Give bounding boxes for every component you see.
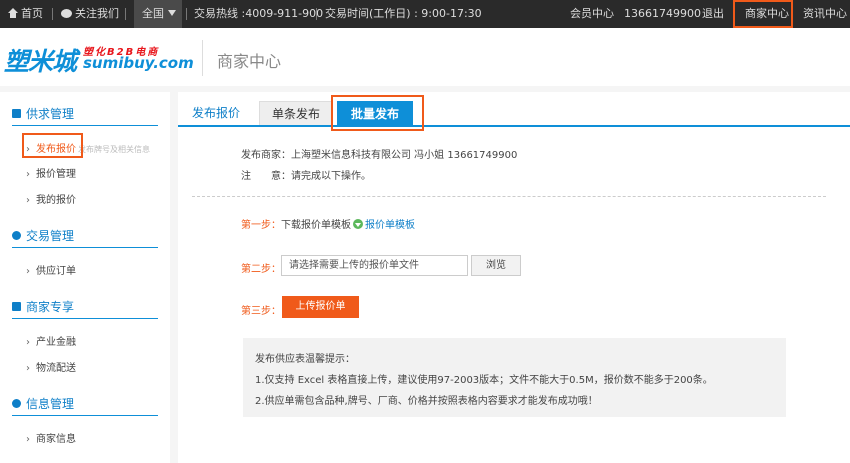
section-label: 发布报价 (192, 106, 241, 120)
page-title: 商家中心 (217, 52, 282, 71)
sidebar-item-finance[interactable]: › 产业金融 (26, 333, 76, 348)
sidebar-section-info: 信息管理 (12, 392, 158, 416)
chevron-right-icon: › (26, 337, 30, 348)
browse-button[interactable]: 浏览 (471, 255, 521, 276)
logo-domain: sumibuy.com (83, 54, 194, 72)
sidebar-item-hint: 发布牌号及相关信息 (78, 145, 150, 154)
document-icon (12, 109, 21, 118)
chevron-right-icon: › (26, 169, 30, 180)
divider (125, 8, 126, 20)
tips-box: 发布供应表温馨提示： 1.仅支持 Excel 表格直接上传，建议使用97-200… (243, 338, 786, 417)
chevron-right-icon: › (26, 434, 30, 445)
chevron-down-icon (168, 10, 176, 16)
sidebar-section-exclusive: 商家专享 (12, 295, 158, 319)
alarm-clock-icon (12, 231, 21, 240)
highlight-merchant-center (733, 0, 793, 28)
highlight-batch-tab (331, 95, 424, 131)
chat-icon (61, 9, 72, 18)
download-icon[interactable] (353, 219, 363, 229)
sidebar-item-logistics[interactable]: › 物流配送 (26, 359, 76, 374)
hotline-text: 交易热线 :4009-911-900 (194, 7, 324, 20)
user-group-icon (12, 399, 21, 408)
upload-quote-button[interactable]: 上传报价单 (282, 296, 359, 318)
highlight-publish-quote (22, 133, 83, 158)
chevron-right-icon: › (26, 195, 30, 206)
divider (202, 40, 203, 76)
user-phone[interactable]: 13661749900 (624, 0, 701, 28)
home-icon (8, 8, 18, 18)
template-download-link[interactable]: 报价单模板 (365, 220, 415, 231)
divider (316, 8, 317, 20)
note-line: 注 意：请完成以下操作。 (241, 171, 371, 182)
chevron-right-icon: › (26, 363, 30, 374)
news-center-link[interactable]: 资讯中心 (803, 0, 847, 28)
main-panel: 发布报价 单条发布 批量发布 发布商家：上海塑米信息科技有限公司 冯小姐 136… (178, 92, 850, 463)
crown-icon (12, 302, 21, 311)
logo[interactable]: 塑米城 (4, 42, 77, 78)
divider (52, 8, 53, 20)
tip-item: 1.仅支持 Excel 表格直接上传，建议使用97-2003版本；文件不能大于0… (255, 375, 713, 386)
sidebar-item-quote-manage[interactable]: › 报价管理 (26, 165, 76, 180)
file-path-input[interactable]: 请选择需要上传的报价单文件 (281, 255, 468, 276)
region-select[interactable]: 全国 (134, 0, 182, 28)
top-bar: 首页 关注我们 全国 交易热线 :4009-911-900 交易时间(工作日) … (0, 0, 850, 28)
step-one: 第一步：下载报价单模板 报价单模板 (241, 219, 415, 231)
home-link[interactable]: 首页 (8, 0, 43, 28)
divider (186, 8, 187, 20)
merchant-info-line: 发布商家：上海塑米信息科技有限公司 冯小姐 13661749900 (241, 150, 518, 161)
tab-underline (178, 125, 850, 127)
sidebar-section-trade: 交易管理 (12, 224, 158, 248)
member-center-link[interactable]: 会员中心 (570, 0, 614, 28)
sidebar-section-supply: 供求管理 (12, 102, 158, 126)
tips-title: 发布供应表温馨提示： (255, 354, 355, 365)
follow-us-link[interactable]: 关注我们 (61, 0, 119, 28)
tip-item: 2.供应单需包含品种,牌号、厂商、价格并按照表格内容要求才能发布成功哦！ (255, 396, 598, 407)
chevron-right-icon: › (26, 266, 30, 277)
business-hours-text: 交易时间(工作日) : 9:00-17:30 (325, 7, 482, 20)
step-three-label: 第三步： (241, 306, 281, 317)
tab-single-publish[interactable]: 单条发布 (259, 101, 333, 127)
step-two-label: 第二步： (241, 264, 281, 275)
logout-link[interactable]: 退出 (702, 0, 724, 28)
site-header: 塑米城 塑化B2B电商 sumibuy.com 商家中心 (0, 28, 850, 86)
sidebar-item-merchant-info[interactable]: › 商家信息 (26, 430, 76, 445)
dashed-divider (192, 196, 826, 197)
sidebar-item-supply-orders[interactable]: › 供应订单 (26, 262, 76, 277)
sidebar-item-my-quotes[interactable]: › 我的报价 (26, 191, 76, 206)
